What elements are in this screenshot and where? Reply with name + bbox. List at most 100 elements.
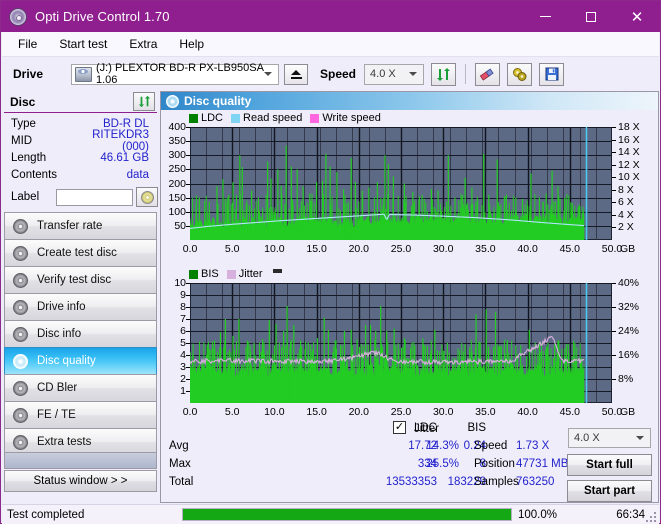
- close-icon[interactable]: ✕: [614, 1, 660, 32]
- window-controls: ✕: [522, 1, 660, 32]
- y-axis-tick: [186, 331, 190, 332]
- disc-label-input[interactable]: [56, 188, 133, 206]
- drive-select-value: (J:) PLEXTOR BD-R PX-LB950SA 1.06: [96, 62, 264, 86]
- disc-contents-value: data: [126, 168, 149, 181]
- sidebar-item-cd-bler[interactable]: CD Bler: [4, 374, 157, 402]
- y-axis-tick: [186, 169, 190, 171]
- disc-quality-panel: Disc quality LDC Read speed Write speed: [160, 91, 659, 503]
- disc-refresh-button[interactable]: [133, 92, 155, 111]
- navigation-list: Transfer rate Create test disc Verify te…: [4, 212, 157, 456]
- y-axis-tick: [186, 283, 190, 284]
- y2-axis-tick: [612, 164, 616, 166]
- speed-select[interactable]: 4.0 X: [364, 63, 425, 85]
- toolbar-separator: [465, 64, 467, 84]
- y2-axis-tick-label: 16 X: [618, 133, 640, 146]
- drive-select[interactable]: (J:) PLEXTOR BD-R PX-LB950SA 1.06: [71, 62, 279, 86]
- x-axis-tick-label: 35.0: [475, 406, 496, 418]
- y2-axis-tick-label: 12 X: [618, 158, 640, 171]
- disc-length-value: 46.61 GB: [100, 151, 149, 164]
- y2-axis-tick: [612, 214, 616, 216]
- status-window-button[interactable]: Status window > >: [4, 470, 157, 492]
- tools-button[interactable]: [507, 62, 533, 86]
- y-axis-tick: [186, 295, 190, 296]
- y-axis-tick: [186, 319, 190, 320]
- erase-button[interactable]: [475, 62, 501, 86]
- sidebar-item-transfer-rate[interactable]: Transfer rate: [4, 212, 157, 240]
- drive-icon: [75, 66, 92, 82]
- y-axis-tick: [186, 355, 190, 356]
- eject-button[interactable]: [284, 63, 308, 85]
- x-axis-tick-label: 25.0: [390, 243, 412, 255]
- y-axis-tick: [186, 141, 190, 143]
- y2-axis-tick-label: 14 X: [618, 146, 640, 159]
- y-axis-tick-label: 8: [180, 301, 186, 313]
- sidebar-item-label: FE / TE: [37, 409, 76, 421]
- legend-item-read-speed: Read speed: [231, 112, 302, 124]
- save-button[interactable]: [539, 62, 565, 86]
- y-axis-tick-label: 200: [168, 177, 186, 190]
- disc-info-row: Contents data: [2, 166, 159, 183]
- y2-axis-tick: [612, 139, 616, 141]
- sidebar-item-drive-info[interactable]: Drive info: [4, 293, 157, 321]
- y-axis-tick-label: 7: [180, 313, 186, 325]
- samples-stat-label: Samples: [474, 476, 519, 488]
- resize-grip-icon[interactable]: [644, 510, 656, 522]
- y2-axis-tick-label: 2 X: [618, 221, 634, 234]
- legend-swatch-bis: [189, 269, 198, 279]
- y2-axis-tick-label: 6 X: [618, 196, 634, 209]
- disc-info-table: Type BD-R DL MID RITEKDR3 (000) Length 4…: [2, 115, 159, 209]
- menu-item-file[interactable]: File: [7, 34, 48, 54]
- y-axis-tick-label: 10: [174, 277, 186, 289]
- disc-label-row: Label: [2, 185, 159, 209]
- sidebar-item-disc-quality[interactable]: Disc quality: [4, 347, 157, 375]
- y-axis-tick-label: 4: [180, 349, 186, 361]
- y2-axis-tick-label: 16%: [618, 349, 640, 361]
- sidebar-item-verify-test-disc[interactable]: Verify test disc: [4, 266, 157, 294]
- progress-percent: 100.0%: [518, 508, 558, 521]
- speed-stat-label: Speed: [474, 440, 508, 452]
- menu-item-extra[interactable]: Extra: [118, 34, 168, 54]
- result-speed-select[interactable]: 4.0 X: [568, 428, 651, 448]
- disc-icon: [13, 353, 28, 369]
- speed-select-value: 4.0 X: [370, 68, 396, 80]
- refresh-button[interactable]: [431, 62, 457, 86]
- x-axis-tick-label: 0.0: [182, 406, 198, 418]
- y2-axis-tick: [612, 307, 616, 308]
- y2-axis-tick: [612, 379, 616, 380]
- sidebar-item-fe-te[interactable]: FE / TE: [4, 401, 157, 429]
- disc-info-row: Length 46.61 GB: [2, 149, 159, 166]
- x-axis-tick-label: 5.0: [224, 406, 240, 418]
- jitter-checkbox[interactable]: ✓: [393, 421, 406, 434]
- y-axis-tick: [186, 343, 190, 344]
- y2-axis-tick: [612, 189, 616, 191]
- minimize-icon[interactable]: [522, 1, 568, 32]
- chevron-down-icon: [409, 72, 418, 76]
- eject-icon: [290, 69, 302, 79]
- speed-stat-value: 1.73 X: [516, 440, 550, 452]
- y-axis-tick: [186, 183, 190, 185]
- maximize-icon[interactable]: [568, 1, 614, 32]
- menu-item-start-test[interactable]: Start test: [48, 34, 118, 54]
- sidebar-item-label: Disc info: [37, 328, 82, 340]
- stats-row-total-label: Total: [169, 476, 194, 488]
- y2-axis-tick-label: 40%: [618, 277, 640, 289]
- start-full-button[interactable]: Start full: [567, 454, 652, 476]
- y-axis-tick-label: 50: [174, 219, 186, 232]
- legend-swatch-ldc: [189, 113, 198, 123]
- legend-item-bis: BIS: [189, 268, 219, 280]
- sidebar-item-create-test-disc[interactable]: Create test disc: [4, 239, 157, 267]
- refresh-icon: [138, 95, 150, 108]
- menu-item-help[interactable]: Help: [168, 34, 215, 54]
- start-part-button[interactable]: Start part: [567, 480, 652, 502]
- y-axis-tick-label: 400: [168, 121, 186, 133]
- y-axis-tick-label: 1: [180, 385, 186, 397]
- x-axis-tick-label: 5.0: [224, 243, 240, 255]
- sidebar-item-disc-info[interactable]: Disc info: [4, 320, 157, 348]
- y2-axis-tick-label: 4 X: [618, 208, 634, 221]
- jitter-avg-value: 14.3%: [426, 440, 459, 452]
- disc-label-button[interactable]: [136, 187, 158, 207]
- speed-label: Speed: [320, 67, 357, 81]
- stats-header-bis: BIS: [467, 422, 486, 434]
- y-axis-tick: [186, 379, 190, 380]
- x-axis-tick-label: 45.0: [559, 406, 581, 418]
